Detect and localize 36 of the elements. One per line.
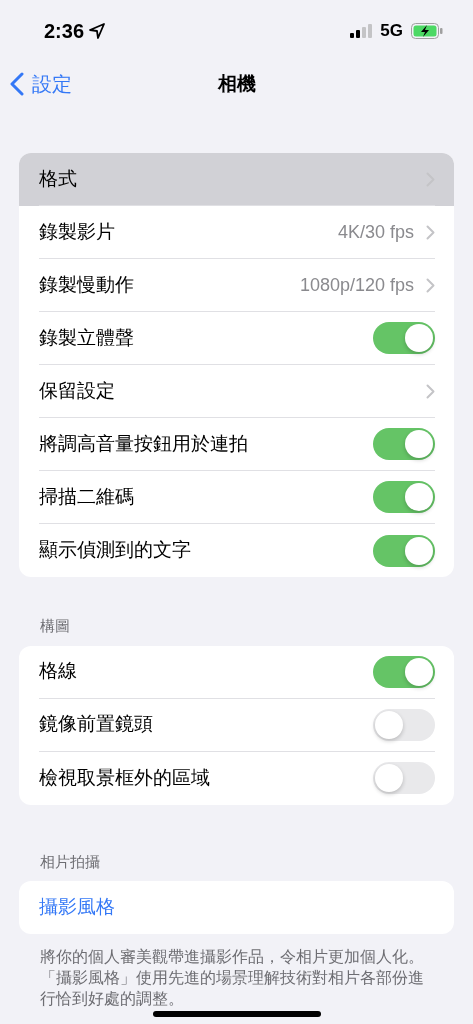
toggle-switch[interactable] [373, 762, 435, 794]
row-value: 1080p/120 fps [299, 273, 414, 297]
section-header: 相片拍攝 [39, 851, 101, 872]
toggle-switch[interactable] [373, 481, 435, 513]
row-label: 錄製影片 [39, 219, 115, 244]
chevron-left-icon [10, 72, 24, 96]
battery-charging-icon [411, 23, 443, 39]
row-label: 格線 [39, 659, 77, 684]
row-label: 攝影風格 [39, 895, 115, 920]
row-label: 顯示偵測到的文字 [39, 538, 191, 563]
signal-icon [350, 24, 373, 38]
chevron-right-icon [426, 224, 435, 240]
status-time: 2:36 [44, 19, 85, 44]
section-header: 構圖 [39, 616, 71, 636]
row-value: 4K/30 fps [337, 220, 414, 244]
back-button[interactable]: 設定 [10, 62, 72, 106]
location-icon [89, 23, 106, 39]
toggle-switch[interactable] [373, 428, 435, 460]
row-label: 錄製立體聲 [39, 325, 134, 350]
row-label: 檢視取景框外的區域 [39, 765, 210, 790]
chevron-right-icon [426, 383, 435, 399]
row-label: 將調高音量按鈕用於連拍 [39, 431, 248, 456]
toggle-switch[interactable] [373, 534, 435, 567]
chevron-right-icon [426, 277, 435, 293]
network-label: 5G [380, 20, 403, 43]
settings-row[interactable]: 格式 [19, 153, 454, 206]
toggle-switch[interactable] [373, 322, 435, 354]
section-footer: 將你的個人審美觀帶進攝影作品，令相片更加個人化。「攝影風格」使用先進的場景理解技術對相片各部份進行恰到好處的調整。 [0, 934, 473, 1009]
row-label: 保留設定 [39, 378, 115, 403]
toggle-switch[interactable] [373, 655, 435, 688]
toggle-switch[interactable] [373, 708, 435, 741]
row-label: 鏡像前置鏡頭 [39, 712, 153, 737]
page-title: 相機 [217, 71, 256, 96]
row-label: 錄製慢動作 [39, 272, 134, 297]
row-label: 格式 [39, 166, 77, 191]
row-label: 掃描二維碼 [39, 484, 134, 509]
